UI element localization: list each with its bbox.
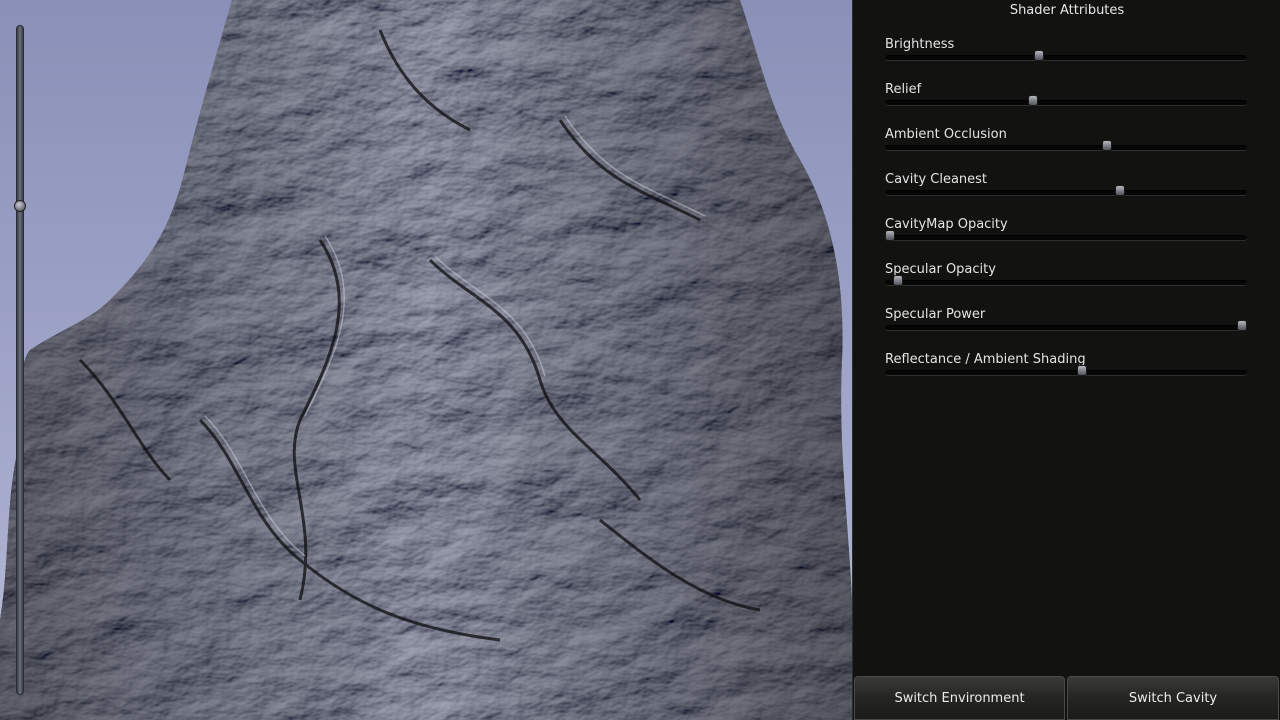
slider-track[interactable] xyxy=(885,370,1247,376)
specular-power-slider[interactable]: Specular Power xyxy=(885,307,1247,347)
slider-track[interactable] xyxy=(885,280,1247,286)
reflectance-ambient-shading-slider[interactable]: Reflectance / Ambient Shading xyxy=(885,352,1247,392)
slider-track[interactable] xyxy=(885,325,1247,331)
slider-thumb[interactable] xyxy=(1033,50,1044,61)
slider-thumb[interactable] xyxy=(1115,185,1126,196)
slider-track[interactable] xyxy=(885,235,1247,241)
cavity-cleanest-slider[interactable]: Cavity Cleanest xyxy=(885,172,1247,212)
slider-track[interactable] xyxy=(885,190,1247,196)
slider-thumb[interactable] xyxy=(1076,365,1087,376)
shader-attributes-panel: Shader Attributes Brightness Relief Ambi… xyxy=(852,0,1280,720)
slider-label: Reflectance / Ambient Shading xyxy=(885,352,1086,367)
slider-track[interactable] xyxy=(885,100,1247,106)
zoom-slider-track[interactable] xyxy=(16,25,24,695)
relief-slider[interactable]: Relief xyxy=(885,82,1247,122)
slider-label: Cavity Cleanest xyxy=(885,172,988,187)
slider-label: Relief xyxy=(885,82,922,97)
slider-thumb[interactable] xyxy=(885,230,896,241)
slider-thumb[interactable] xyxy=(893,275,904,286)
specular-opacity-slider[interactable]: Specular Opacity xyxy=(885,262,1247,302)
slider-thumb[interactable] xyxy=(1027,95,1038,106)
slider-track[interactable] xyxy=(885,145,1247,151)
zoom-slider-thumb[interactable] xyxy=(14,199,26,212)
brightness-slider[interactable]: Brightness xyxy=(885,37,1247,77)
switch-environment-button[interactable]: Switch Environment xyxy=(854,676,1065,720)
slider-label: Brightness xyxy=(885,37,955,52)
slider-thumb[interactable] xyxy=(1236,320,1247,331)
switch-cavity-button[interactable]: Switch Cavity xyxy=(1067,676,1279,720)
slider-label: CavityMap Opacity xyxy=(885,217,1008,232)
cavitymap-opacity-slider[interactable]: CavityMap Opacity xyxy=(885,217,1247,257)
panel-title: Shader Attributes xyxy=(1009,3,1125,18)
slider-label: Ambient Occlusion xyxy=(885,127,1007,142)
slider-thumb[interactable] xyxy=(1101,140,1112,151)
rock-model[interactable] xyxy=(0,0,860,720)
slider-label: Specular Power xyxy=(885,307,986,322)
slider-track[interactable] xyxy=(885,55,1247,61)
ambient-occlusion-slider[interactable]: Ambient Occlusion xyxy=(885,127,1247,167)
